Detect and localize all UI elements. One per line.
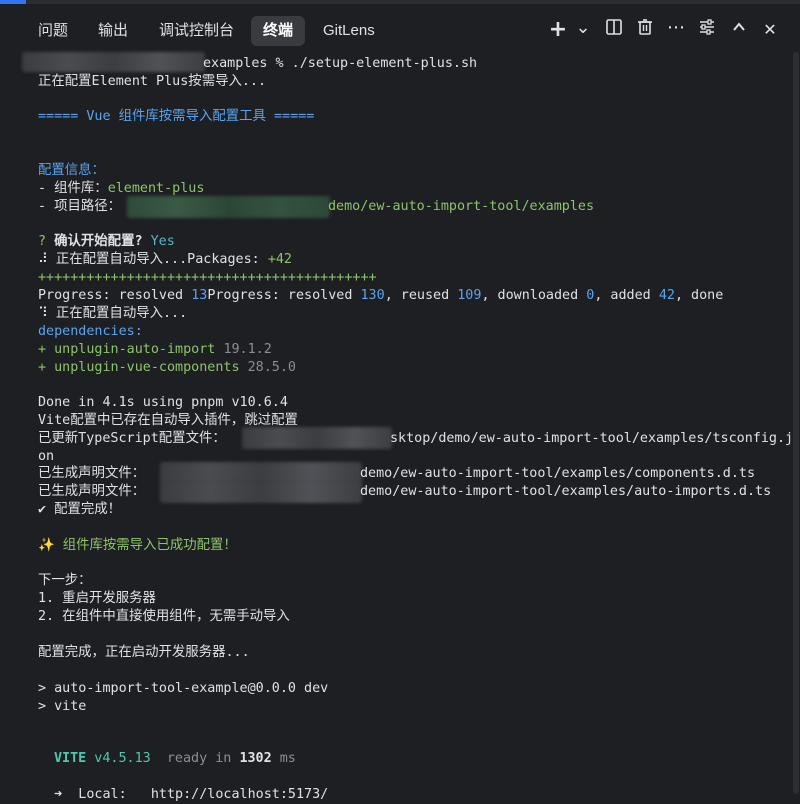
package-count: +42 [267, 252, 292, 267]
confirm-text: 确认开始配置? [54, 234, 143, 249]
dep-name: + unplugin-vue-components [38, 360, 248, 375]
confirm-mark: ? [38, 234, 47, 249]
tab-problems[interactable]: 问题 [26, 16, 80, 46]
vite-ready-line: VITE v4.5.13 ready in 1302 ms [54, 750, 296, 768]
next-step-2: 2. 在组件中直接使用组件，无需手动导入 [38, 609, 290, 624]
split-terminal-icon[interactable] [602, 18, 626, 42]
vite-version: v4.5.13 [86, 751, 151, 766]
auto-import-line: ⠼ 正在配置自动导入...Packages: +42 [38, 251, 292, 269]
starting-line: 配置完成，正在启动开发服务器... [38, 645, 250, 660]
reused-count: 109 [457, 288, 482, 303]
settings-sliders-icon[interactable] [695, 18, 719, 42]
redacted-decl-path [160, 481, 362, 503]
tab-terminal[interactable]: 终端 [251, 16, 306, 46]
resolved-count: 130 [360, 288, 385, 303]
tab-output[interactable]: 输出 [86, 16, 140, 46]
path-label: - 项目路径： [38, 199, 122, 214]
auto-import-line-2: ⠹ 正在配置自动导入... [38, 306, 188, 321]
add-terminal-icon[interactable]: + [546, 18, 570, 42]
script-line: > auto-import-tool-example@0.0.0 dev [38, 681, 329, 696]
dep-name: + unplugin-auto-import [38, 342, 224, 357]
ready-ms: 1302 [239, 751, 272, 766]
next-title: 下一步： [38, 573, 92, 588]
local-url-line[interactable]: ➜ Local: http://localhost:5173/ [38, 786, 328, 804]
terminal-scrollbar[interactable] [792, 52, 800, 794]
vite-cmd-line: > vite [38, 699, 87, 714]
added-count: 42 [658, 288, 675, 303]
trash-icon[interactable] [633, 18, 657, 42]
lib-label: - 组件库： [38, 181, 108, 196]
progress-text: , added [594, 288, 659, 303]
decl-label: 已生成声明文件： [38, 484, 146, 499]
path-suffix: demo/ew-auto-import-tool/examples [328, 199, 595, 214]
configuring-line: 正在配置Element Plus按需导入... [38, 74, 267, 89]
terminal-output[interactable]: examples % ./setup-element-plus.sh 正在配置E… [0, 52, 800, 802]
progress-text: Progress: resolved [207, 288, 361, 303]
auto-import-text: ⠼ 正在配置自动导入...Packages: [38, 252, 268, 267]
updated-label: 已更新TypeScript配置文件： [38, 431, 226, 446]
progress-text: , downloaded [481, 288, 587, 303]
lib-value: element-plus [107, 181, 205, 196]
command-line: examples % ./setup-element-plus.sh [203, 56, 478, 71]
dep-version: 28.5.0 [247, 360, 296, 375]
updated-wrap: on [38, 449, 55, 464]
progress-text: , done [674, 288, 724, 303]
progress-text: Progress: resolved [38, 288, 192, 303]
redacted-tsconfig-path [242, 427, 392, 449]
ready-text: ready in [150, 751, 240, 766]
next-step-1: 1. 重启开发服务器 [38, 591, 156, 606]
info-title: 配置信息： [38, 163, 105, 178]
scrollbar-thumb[interactable] [793, 52, 799, 794]
updated-suffix: sktop/demo/ew-auto-import-tool/examples/… [390, 431, 800, 446]
ms-unit: ms [271, 751, 296, 766]
decl-suffix: demo/ew-auto-import-tool/examples/auto-i… [360, 484, 772, 499]
plus-line: ++++++++++++++++++++++++++++++++++++++++… [38, 270, 377, 285]
dep-line: + unplugin-auto-import 19.1.2 [38, 341, 272, 359]
tab-gitlens[interactable]: GitLens [311, 16, 387, 46]
progress-text: , reused [384, 288, 458, 303]
config-done-line: ✔ 配置完成！ [38, 502, 122, 517]
chevron-down-icon[interactable]: ⌄ [571, 16, 595, 40]
done-line: Done in 4.1s using pnpm v10.6.4 [38, 395, 288, 410]
vite-name: VITE [54, 751, 87, 766]
progress-num: 13 [191, 288, 208, 303]
maximize-panel-icon[interactable] [727, 18, 751, 42]
progress-line: Progress: resolved 13Progress: resolved … [38, 287, 723, 305]
more-actions-icon[interactable]: ⋯ [664, 16, 688, 40]
success-line: ✨ 组件库按需导入已成功配置！ [38, 538, 237, 553]
confirm-answer: Yes [150, 234, 175, 249]
close-panel-icon[interactable]: ✕ [758, 18, 782, 42]
redacted-project-path [127, 196, 330, 218]
confirm-line: ? 确认开始配置? Yes [38, 233, 175, 251]
banner-line: ===== Vue 组件库按需导入配置工具 ===== [38, 109, 315, 124]
dep-version: 19.1.2 [223, 342, 272, 357]
deps-title: dependencies: [38, 324, 143, 339]
decl-suffix: demo/ew-auto-import-tool/examples/compon… [360, 466, 756, 481]
redacted-path [22, 52, 205, 72]
dep-line: + unplugin-vue-components 28.5.0 [38, 359, 296, 377]
tab-debug-console[interactable]: 调试控制台 [147, 16, 246, 46]
decl-label: 已生成声明文件： [38, 466, 146, 481]
